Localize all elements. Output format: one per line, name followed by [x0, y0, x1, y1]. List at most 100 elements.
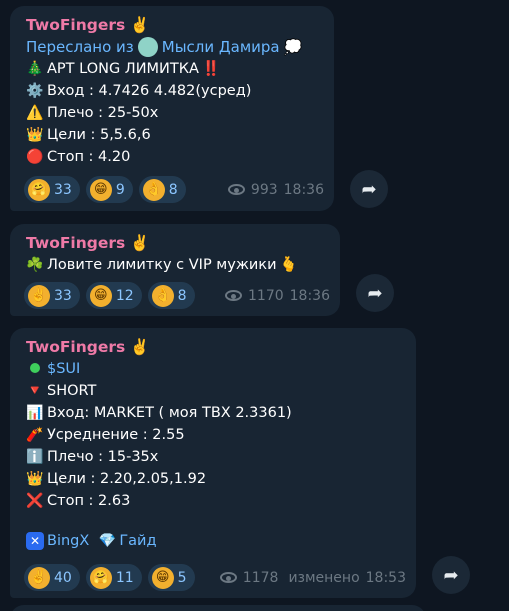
cashtag-link[interactable]: $SUI — [47, 358, 80, 380]
reactions-bar: ✌️ 33 😁 12 👌 8 — [24, 282, 195, 309]
reaction-count: 33 — [54, 181, 72, 198]
forwarded-label: Переслано из — [26, 38, 134, 56]
message-bubble-4[interactable] — [10, 605, 426, 611]
reaction-count: 33 — [54, 287, 72, 304]
double-exclamation-icon: ‼️ — [201, 61, 221, 77]
line-text: Вход: MARKET ( моя ТВХ 2.3361) — [47, 405, 292, 421]
message-bubble-3[interactable]: TwoFingers ✌️ $SUI 🔻 SHORT 📊 Вход: MARKE… — [10, 328, 416, 598]
victory-hand-icon: ✌️ — [28, 284, 50, 307]
crown-icon: 👑 — [26, 127, 44, 143]
message-line: ℹ️ Плечо : 15-35х — [26, 446, 402, 468]
line-text: APT LONG ЛИМИТКА — [47, 61, 199, 77]
red-circle-icon: 🔴 — [26, 149, 44, 165]
sender-name-text: TwoFingers — [26, 338, 126, 356]
hand-gesture-icon: 🫰 — [279, 257, 298, 273]
sender-name-text: TwoFingers — [26, 234, 126, 252]
hugging-face-icon: 🤗 — [89, 566, 112, 589]
message-time: 18:53 — [365, 569, 406, 586]
cross-mark-icon: ❌ — [26, 493, 44, 509]
share-arrow-icon: ➦ — [361, 178, 377, 200]
reaction-button[interactable]: 🤗 33 — [24, 176, 80, 203]
line-text: Ловите лимитку с VIP мужики — [47, 257, 277, 273]
reaction-count: 40 — [54, 569, 72, 586]
message-line: ⚙️ Вход : 4.7426 4.482(усред) — [26, 80, 320, 102]
grinning-face-icon: 😁 — [89, 284, 112, 307]
reaction-button[interactable]: 😁 12 — [85, 282, 142, 309]
message-line: 📊 Вход: MARKET ( моя ТВХ 2.3361) — [26, 402, 402, 424]
line-text: Стоп : 2.63 — [47, 493, 131, 509]
message-footer: ✌️ 33 😁 12 👌 8 1170 18:36 — [24, 282, 330, 309]
hugging-face-icon: 🤗 — [28, 178, 50, 201]
warning-icon: ⚠️ — [26, 105, 44, 121]
guide-link[interactable]: Гайд — [119, 530, 156, 552]
line-text: SHORT — [47, 383, 97, 399]
message-footer: ✌️ 40 🤗 11 😁 5 1178 изменено 18:53 — [24, 564, 406, 591]
message-bubble-1[interactable]: TwoFingers ✌️ Переслано из Мысли Дамира … — [10, 6, 334, 211]
message-line: 🔴 Стоп : 4.20 — [26, 146, 320, 168]
message-line: 🔻 SHORT — [26, 380, 402, 402]
sender-name[interactable]: TwoFingers ✌️ — [26, 336, 402, 358]
view-count: 993 — [250, 181, 278, 198]
forward-source-name: Мысли Дамира — [161, 38, 280, 56]
message-time: 18:36 — [289, 287, 330, 304]
forwarded-from[interactable]: Переслано из Мысли Дамира 💭 — [26, 36, 320, 58]
line-text: Плечо : 25-50х — [47, 105, 159, 121]
edited-label: изменено — [288, 569, 360, 586]
share-arrow-icon: ➦ — [443, 564, 459, 586]
victory-hand-icon: ✌️ — [130, 234, 150, 252]
crown-icon: 👑 — [26, 471, 44, 487]
share-arrow-icon: ➦ — [367, 282, 383, 304]
message-line: ⚠️ Плечо : 25-50х — [26, 102, 320, 124]
message-bubble-2[interactable]: TwoFingers ✌️ ☘️ Ловите лимитку с VIP му… — [10, 224, 340, 316]
reaction-count: 8 — [177, 287, 187, 304]
links-line: ✕ BingX 💎 Гайд — [26, 530, 402, 552]
message-line: 🎄 APT LONG ЛИМИТКА ‼️ — [26, 58, 320, 80]
line-text: Плечо : 15-35х — [47, 449, 159, 465]
bingx-link[interactable]: BingX — [47, 530, 89, 552]
info-icon: ℹ️ — [26, 449, 44, 465]
reaction-button[interactable]: 😁 5 — [147, 564, 195, 591]
share-button[interactable]: ➦ — [356, 274, 394, 312]
shamrock-icon: ☘️ — [26, 257, 44, 273]
reaction-count: 5 — [177, 569, 187, 586]
sender-name[interactable]: TwoFingers ✌️ — [26, 14, 320, 36]
grinning-face-icon: 😁 — [89, 178, 112, 201]
reaction-button[interactable]: 🤗 11 — [85, 564, 142, 591]
line-text: Вход : 4.7426 4.482(усред) — [47, 83, 252, 99]
share-button[interactable]: ➦ — [432, 556, 470, 594]
reaction-button[interactable]: ✌️ 33 — [24, 282, 80, 309]
reaction-button[interactable]: 👌 8 — [138, 176, 186, 203]
reaction-button[interactable]: 😁 9 — [85, 176, 133, 203]
message-line: $SUI — [26, 358, 402, 380]
message-line: ❌ Стоп : 2.63 — [26, 490, 402, 512]
ok-hand-icon: 👌 — [151, 284, 174, 307]
grinning-face-icon: 😁 — [151, 566, 174, 589]
sender-name[interactable]: TwoFingers ✌️ — [26, 232, 326, 254]
reaction-count: 11 — [115, 569, 134, 586]
victory-hand-icon: ✌️ — [130, 16, 150, 34]
thought-bubble-icon: 💭 — [283, 38, 303, 56]
reactions-bar: ✌️ 40 🤗 11 😁 5 — [24, 564, 195, 591]
share-button[interactable]: ➦ — [350, 170, 388, 208]
sender-name-text: TwoFingers — [26, 16, 126, 34]
channel-avatar — [137, 37, 158, 57]
line-text: Цели : 5,5.6,6 — [47, 127, 151, 143]
message-line: 👑 Цели : 2.20,2.05,1.92 — [26, 468, 402, 490]
reactions-bar: 🤗 33 😁 9 👌 8 — [24, 176, 186, 203]
message-meta: 1178 изменено 18:53 — [219, 569, 406, 586]
eye-icon — [219, 572, 237, 583]
ok-hand-icon: 👌 — [142, 178, 165, 201]
message-meta: 993 18:36 — [227, 181, 324, 198]
message-meta: 1170 18:36 — [225, 288, 330, 304]
message-footer: 🤗 33 😁 9 👌 8 993 18:36 — [24, 176, 324, 203]
line-text: Стоп : 4.20 — [47, 149, 131, 165]
reaction-button[interactable]: 👌 8 — [147, 282, 195, 309]
message-line: ☘️ Ловите лимитку с VIP мужики 🫰 — [26, 254, 326, 276]
green-circle-icon — [26, 358, 44, 380]
line-text: Цели : 2.20,2.05,1.92 — [47, 471, 207, 487]
message-line: 👑 Цели : 5,5.6,6 — [26, 124, 320, 146]
reaction-button[interactable]: ✌️ 40 — [24, 564, 80, 591]
gear-icon: ⚙️ — [26, 83, 44, 99]
firecracker-icon: 🧨 — [26, 427, 44, 443]
eye-icon — [227, 184, 245, 195]
